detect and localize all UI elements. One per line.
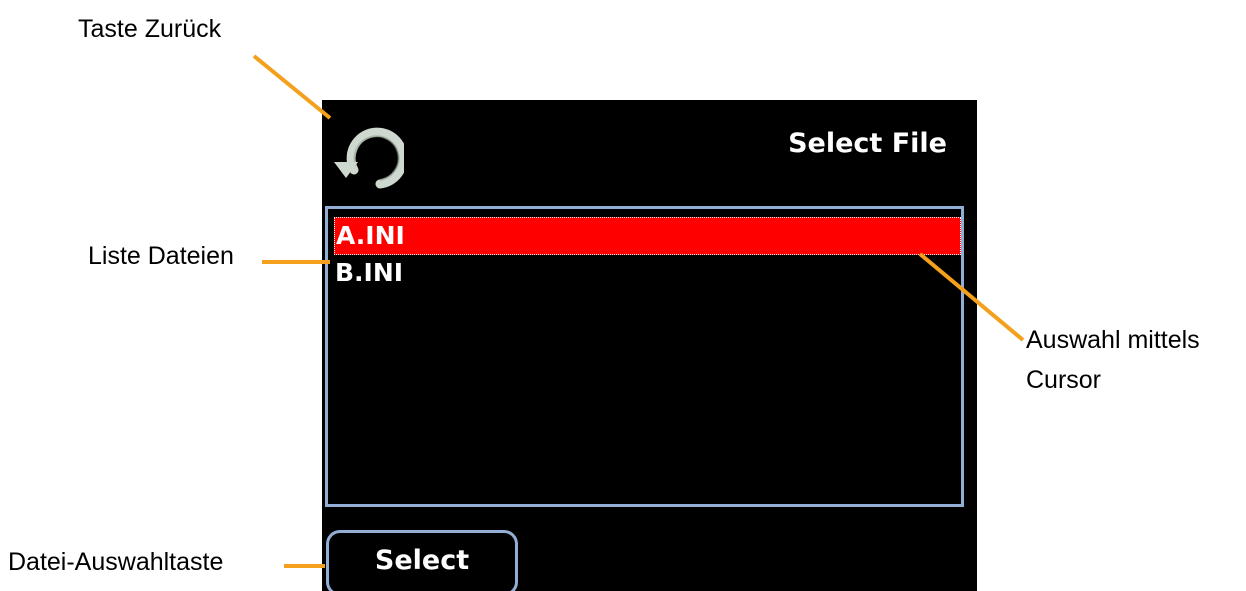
refresh-arrow-icon <box>334 127 408 189</box>
file-item-b-ini[interactable]: B.INI <box>334 255 961 293</box>
select-button[interactable]: Select <box>326 530 518 591</box>
file-list[interactable]: A.INI B.INI <box>325 206 964 507</box>
leader-line-back <box>252 54 332 120</box>
back-button[interactable] <box>328 120 408 190</box>
screen-title: Select File <box>788 128 947 159</box>
annotation-cursor-selection: Auswahl mittels Cursor <box>1026 326 1200 394</box>
file-item-a-ini[interactable]: A.INI <box>334 217 961 255</box>
annotation-select-key: Datei-Auswahltaste <box>8 548 224 576</box>
device-screen: Select File A.INI B.INI Select <box>322 100 977 591</box>
annotation-back-key: Taste Zurück <box>78 15 222 43</box>
annotation-file-list: Liste Dateien <box>88 242 234 270</box>
